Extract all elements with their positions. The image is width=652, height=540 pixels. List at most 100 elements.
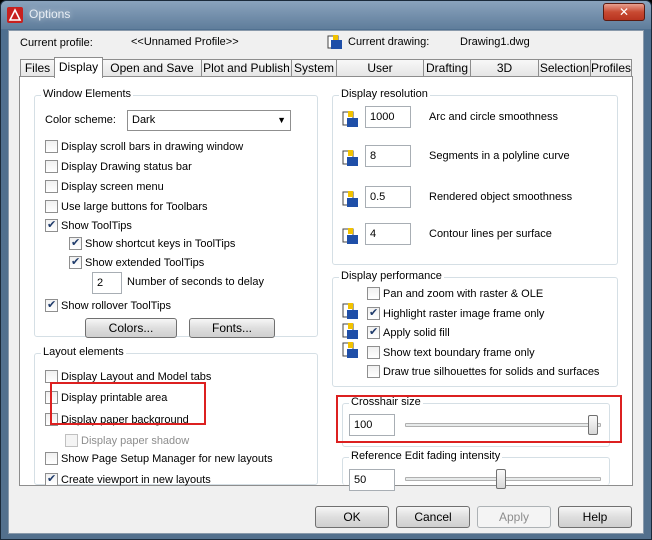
checkbox-paper-background[interactable]: Display paper background [45, 413, 189, 426]
checkbox[interactable] [45, 413, 58, 426]
drawing-saved-icon [342, 228, 358, 244]
tab-open-and-save[interactable]: Open and Save [102, 59, 202, 77]
arc-smoothness-input[interactable]: 1000 [365, 106, 411, 128]
color-scheme-value: Dark [132, 114, 156, 126]
display-resolution-title: Display resolution [339, 88, 430, 100]
tab-3d-modeling[interactable]: 3D Modeling [470, 59, 539, 91]
checkbox-large-buttons[interactable]: Use large buttons for Toolbars [45, 200, 208, 213]
tab-display[interactable]: Display [54, 57, 103, 78]
apply-button: Apply [477, 506, 551, 528]
checkbox-drawing-status-bar[interactable]: Display Drawing status bar [45, 160, 192, 173]
drawing-saved-icon [342, 323, 358, 339]
checkbox-rollover-tooltips[interactable]: Show rollover ToolTips [45, 298, 171, 312]
checkbox-show-tooltips[interactable]: Show ToolTips [45, 218, 132, 232]
tooltip-delay-input[interactable]: 2 [92, 272, 122, 294]
window-elements-group: Window Elements Color scheme: Dark ▼ Dis… [34, 88, 318, 338]
checkbox[interactable] [45, 140, 58, 153]
checkbox[interactable] [367, 346, 380, 359]
checkbox-create-viewport[interactable]: Create viewport in new layouts [45, 472, 211, 486]
current-drawing-label: Current drawing: [348, 36, 430, 48]
checkbox-pan-zoom-raster[interactable]: Pan and zoom with raster & OLE [367, 287, 543, 300]
close-button[interactable]: ✕ [603, 3, 645, 21]
xref-fading-title: Reference Edit fading intensity [349, 450, 503, 462]
checkbox-page-setup-manager[interactable]: Show Page Setup Manager for new layouts [45, 452, 273, 465]
drawing-saved-icon [342, 191, 358, 207]
rendered-smoothness-label: Rendered object smoothness [429, 191, 573, 203]
window-title: Options [29, 7, 71, 21]
title-bar[interactable]: Options ✕ [1, 1, 651, 29]
checkbox[interactable] [367, 365, 380, 378]
checkbox[interactable] [45, 452, 58, 465]
display-resolution-group: Display resolution 1000 Arc and circle s… [332, 88, 618, 265]
tab-profiles[interactable]: Profiles [590, 59, 632, 77]
options-dialog: Options ✕ Current profile: <<Unnamed Pro… [0, 0, 652, 540]
current-drawing-value: Drawing1.dwg [460, 36, 530, 48]
checkbox[interactable] [69, 236, 82, 250]
tab-files[interactable]: Files [20, 59, 55, 77]
cancel-button[interactable]: Cancel [396, 506, 470, 528]
layout-elements-title: Layout elements [41, 346, 126, 358]
checkbox-text-boundary-frame[interactable]: Show text boundary frame only [367, 346, 535, 359]
drawing-saved-icon [342, 342, 358, 358]
crosshair-size-title: Crosshair size [349, 396, 423, 408]
color-scheme-label: Color scheme: [45, 114, 116, 126]
display-performance-title: Display performance [339, 270, 444, 282]
display-tab-panel: Window Elements Color scheme: Dark ▼ Dis… [19, 76, 633, 491]
polyline-segments-label: Segments in a polyline curve [429, 150, 570, 162]
contour-lines-input[interactable]: 4 [365, 223, 411, 245]
checkbox[interactable] [45, 298, 58, 312]
contour-lines-label: Contour lines per surface [429, 228, 552, 240]
color-scheme-dropdown[interactable]: Dark ▼ [127, 110, 291, 131]
xref-fading-slider-thumb[interactable] [496, 469, 506, 489]
dialog-client-area: Current profile: <<Unnamed Profile>> Cur… [8, 30, 644, 534]
tab-plot-and-publish[interactable]: Plot and Publish [201, 59, 292, 77]
tab-user-preferences[interactable]: User Preferences [336, 59, 424, 91]
checkbox[interactable] [367, 325, 380, 339]
drawing-saved-icon [342, 150, 358, 166]
checkbox[interactable] [45, 218, 58, 232]
xref-fading-input[interactable]: 50 [349, 469, 395, 491]
arc-smoothness-label: Arc and circle smoothness [429, 111, 558, 123]
colors-button[interactable]: Colors... [85, 318, 177, 338]
tab-drafting[interactable]: Drafting [423, 59, 471, 77]
checkbox[interactable] [45, 180, 58, 193]
checkbox-scroll-bars[interactable]: Display scroll bars in drawing window [45, 140, 243, 153]
checkbox[interactable] [45, 200, 58, 213]
crosshair-slider-track[interactable] [405, 423, 601, 427]
checkbox[interactable] [367, 287, 380, 300]
crosshair-slider-thumb[interactable] [588, 415, 598, 435]
tab-selection[interactable]: Selection [538, 59, 591, 77]
help-button[interactable]: Help [558, 506, 632, 528]
checkbox-layout-model-tabs[interactable]: Display Layout and Model tabs [45, 370, 211, 383]
crosshair-size-input[interactable]: 100 [349, 414, 395, 436]
tab-system[interactable]: System [291, 59, 337, 77]
drawing-saved-icon [342, 303, 358, 319]
checkbox[interactable] [69, 255, 82, 269]
checkbox[interactable] [45, 472, 58, 486]
checkbox-screen-menu[interactable]: Display screen menu [45, 180, 164, 193]
polyline-segments-input[interactable]: 8 [365, 145, 411, 167]
layout-elements-group: Layout elements Display Layout and Model… [34, 346, 318, 486]
checkbox-shortcut-keys[interactable]: Show shortcut keys in ToolTips [69, 236, 235, 250]
drawing-saved-icon [342, 111, 358, 127]
current-profile-label: Current profile: [20, 37, 93, 49]
checkbox[interactable] [45, 370, 58, 383]
checkbox-apply-solid-fill[interactable]: Apply solid fill [367, 325, 450, 339]
checkbox-highlight-raster-frame[interactable]: Highlight raster image frame only [367, 306, 544, 320]
checkbox[interactable] [367, 306, 380, 320]
crosshair-size-group: Crosshair size 100 [342, 396, 610, 447]
checkbox-extended-tooltips[interactable]: Show extended ToolTips [69, 255, 204, 269]
tooltip-delay-label: Number of seconds to delay [127, 276, 264, 288]
checkbox[interactable] [45, 160, 58, 173]
checkbox[interactable] [45, 391, 58, 404]
rendered-smoothness-input[interactable]: 0.5 [365, 186, 411, 208]
fonts-button[interactable]: Fonts... [189, 318, 275, 338]
xref-fading-group: Reference Edit fading intensity 50 [342, 450, 610, 491]
window-elements-title: Window Elements [41, 88, 134, 100]
chevron-down-icon: ▼ [277, 115, 286, 125]
ok-button[interactable]: OK [315, 506, 389, 528]
display-performance-group: Display performance Pan and zoom with ra… [332, 270, 618, 387]
checkbox-true-silhouettes[interactable]: Draw true silhouettes for solids and sur… [367, 365, 599, 378]
checkbox-paper-shadow: Display paper shadow [65, 434, 189, 447]
checkbox-printable-area[interactable]: Display printable area [45, 391, 167, 404]
